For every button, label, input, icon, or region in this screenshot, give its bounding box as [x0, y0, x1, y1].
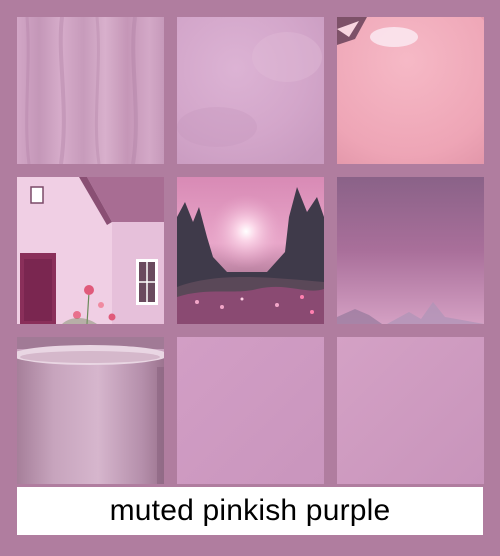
caption-text: muted pinkish purple: [109, 494, 391, 527]
swatch-grid: [0, 0, 500, 556]
pink-color-swatch: [177, 337, 324, 484]
mauve-color-swatch: [337, 337, 484, 484]
caption-box: muted pinkish purple: [17, 487, 483, 535]
purple-sky-mountains-image: [337, 177, 484, 324]
forest-sunrise-image: [177, 177, 324, 324]
ceramic-mug-image: [17, 337, 164, 484]
glossy-sphere-image: [337, 17, 484, 164]
pink-cottage-image: [17, 177, 164, 324]
fabric-drape-image: [17, 17, 164, 164]
watercolor-texture-image: [177, 17, 324, 164]
